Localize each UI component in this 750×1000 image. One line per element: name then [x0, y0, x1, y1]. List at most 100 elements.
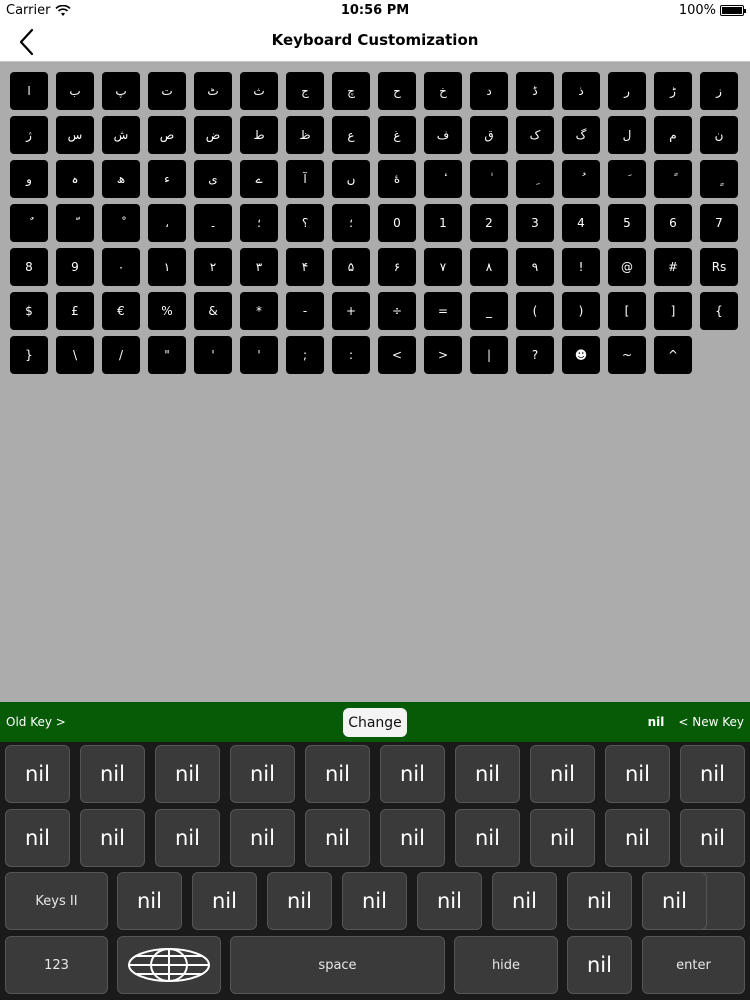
keyboard-key[interactable]: nil: [680, 745, 745, 803]
grid-key[interactable]: 0: [378, 204, 416, 242]
grid-key[interactable]: ۴: [286, 248, 324, 286]
keyboard-key[interactable]: nil: [455, 809, 520, 867]
grid-key[interactable]: آ: [286, 160, 324, 198]
grid-key[interactable]: ژ: [10, 116, 48, 154]
keyboard-key[interactable]: nil: [417, 872, 482, 930]
grid-key[interactable]: گ: [562, 116, 600, 154]
grid-key[interactable]: ا: [10, 72, 48, 110]
grid-key[interactable]: ': [194, 336, 232, 374]
grid-key[interactable]: پ: [102, 72, 140, 110]
keys-ii-key[interactable]: Keys II: [5, 872, 108, 930]
grid-key[interactable]: [: [608, 292, 646, 330]
hide-key[interactable]: hide: [454, 936, 558, 994]
grid-key[interactable]: ٰ: [470, 160, 508, 198]
enter-key[interactable]: enter: [642, 936, 745, 994]
grid-key[interactable]: =: [424, 292, 462, 330]
grid-key[interactable]: ء: [148, 160, 186, 198]
grid-key[interactable]: ^: [654, 336, 692, 374]
grid-key[interactable]: ظ: [286, 116, 324, 154]
keyboard-key[interactable]: nil: [567, 936, 632, 994]
grid-key[interactable]: و: [10, 160, 48, 198]
grid-key[interactable]: ؟: [286, 204, 324, 242]
grid-key[interactable]: ے: [240, 160, 278, 198]
keyboard-key[interactable]: nil: [642, 872, 707, 930]
grid-key[interactable]: |: [470, 336, 508, 374]
grid-key[interactable]: £: [56, 292, 94, 330]
keyboard-key[interactable]: nil: [5, 745, 70, 803]
grid-key[interactable]: ۹: [516, 248, 554, 286]
keyboard-key[interactable]: nil: [380, 745, 445, 803]
grid-key[interactable]: 3: [516, 204, 554, 242]
keyboard-key[interactable]: nil: [380, 809, 445, 867]
grid-key[interactable]: ;: [286, 336, 324, 374]
grid-key[interactable]: !: [562, 248, 600, 286]
grid-key[interactable]: ۀ: [378, 160, 416, 198]
grid-key[interactable]: ۱: [148, 248, 186, 286]
grid-key[interactable]: ۔: [194, 204, 232, 242]
grid-key[interactable]: ؛: [332, 204, 370, 242]
grid-key[interactable]: ج: [286, 72, 324, 110]
grid-key[interactable]: 2: [470, 204, 508, 242]
grid-key[interactable]: {: [700, 292, 738, 330]
grid-key[interactable]: ?: [516, 336, 554, 374]
grid-key[interactable]: <: [378, 336, 416, 374]
grid-key[interactable]: /: [102, 336, 140, 374]
grid-key[interactable]: ک: [516, 116, 554, 154]
grid-key[interactable]: 7: [700, 204, 738, 242]
grid-key[interactable]: -: [286, 292, 324, 330]
keyboard-key[interactable]: nil: [80, 809, 145, 867]
grid-key[interactable]: ۰: [102, 248, 140, 286]
keyboard-key[interactable]: nil: [605, 809, 670, 867]
grid-key[interactable]: ٍ: [700, 160, 738, 198]
grid-key[interactable]: ۷: [424, 248, 462, 286]
grid-key[interactable]: 1: [424, 204, 462, 242]
grid-key[interactable]: ز: [700, 72, 738, 110]
grid-key[interactable]: +: [332, 292, 370, 330]
keyboard-key[interactable]: nil: [267, 872, 332, 930]
grid-key[interactable]: ۳: [240, 248, 278, 286]
grid-key[interactable]: $: [10, 292, 48, 330]
grid-key[interactable]: ڑ: [654, 72, 692, 110]
grid-key[interactable]: 4: [562, 204, 600, 242]
grid-key[interactable]: €: [102, 292, 140, 330]
grid-key[interactable]: ض: [194, 116, 232, 154]
keyboard-key[interactable]: nil: [80, 745, 145, 803]
grid-key[interactable]: ر: [608, 72, 646, 110]
keyboard-key[interactable]: nil: [492, 872, 557, 930]
keyboard-key[interactable]: nil: [155, 809, 220, 867]
grid-key[interactable]: ُ: [562, 160, 600, 198]
change-button[interactable]: Change: [343, 708, 407, 737]
grid-key[interactable]: چ: [332, 72, 370, 110]
grid-key[interactable]: خ: [424, 72, 462, 110]
grid-key[interactable]: ط: [240, 116, 278, 154]
grid-key[interactable]: ل: [608, 116, 646, 154]
grid-key[interactable]: ذ: [562, 72, 600, 110]
grid-key[interactable]: ص: [148, 116, 186, 154]
grid-key[interactable]: ؛: [240, 204, 278, 242]
grid-key[interactable]: ن: [700, 116, 738, 154]
grid-key[interactable]: ۲: [194, 248, 232, 286]
grid-key[interactable]: ہ: [56, 160, 94, 198]
grid-key[interactable]: 6: [654, 204, 692, 242]
grid-key[interactable]: ): [562, 292, 600, 330]
grid-key[interactable]: (: [516, 292, 554, 330]
grid-key[interactable]: @: [608, 248, 646, 286]
grid-key[interactable]: ِ: [516, 160, 554, 198]
grid-key[interactable]: َ: [608, 160, 646, 198]
grid-key[interactable]: ی: [194, 160, 232, 198]
grid-key[interactable]: ٔ: [424, 160, 462, 198]
grid-key[interactable]: 8: [10, 248, 48, 286]
grid-key[interactable]: &: [194, 292, 232, 330]
grid-key[interactable]: ح: [378, 72, 416, 110]
grid-key[interactable]: >: [424, 336, 462, 374]
grid-key[interactable]: ٹ: [194, 72, 232, 110]
grid-key[interactable]: ": [148, 336, 186, 374]
numbers-key[interactable]: 123: [5, 936, 108, 994]
keyboard-key[interactable]: nil: [230, 745, 295, 803]
keyboard-key[interactable]: nil: [530, 745, 595, 803]
grid-key[interactable]: ع: [332, 116, 370, 154]
keyboard-key[interactable]: nil: [155, 745, 220, 803]
grid-key[interactable]: ☻: [562, 336, 600, 374]
grid-key[interactable]: غ: [378, 116, 416, 154]
keyboard-key[interactable]: nil: [192, 872, 257, 930]
